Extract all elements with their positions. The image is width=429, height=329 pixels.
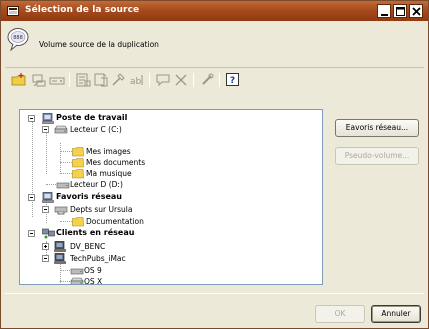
computer-icon (54, 253, 66, 264)
collapse-toggle[interactable] (28, 230, 35, 237)
network-computer-icon (42, 192, 54, 203)
tree-line (46, 132, 47, 174)
comment-icon (155, 72, 171, 88)
toolbar: ab ? (5, 69, 424, 93)
folder-icon (72, 216, 84, 227)
tree-item-label: Mes images (86, 147, 131, 156)
network-clients-icon (42, 228, 55, 239)
collapse-toggle[interactable] (28, 115, 35, 122)
minimize-button[interactable] (377, 4, 391, 18)
drive-icon (49, 72, 65, 88)
tree-line (60, 151, 72, 152)
tree-line (46, 184, 56, 185)
tree-line (60, 270, 70, 271)
tree-item-label: OS 9 (84, 266, 102, 275)
tree-item-label: Poste de travail (56, 113, 128, 122)
toolbar-separator (219, 73, 220, 87)
footer-divider (5, 293, 424, 294)
tree-item-label: Depts sur Ursula (70, 205, 133, 214)
tree-item-lecteur-c[interactable]: Lecteur C (C:) (40, 124, 220, 136)
delete-icon (173, 72, 189, 88)
pseudo-volume-button[interactable]: Pseudo-volume... (335, 147, 419, 165)
close-button[interactable] (409, 4, 423, 18)
explore-icon (111, 72, 127, 88)
hard-drive-icon (70, 276, 84, 284)
svg-text:888: 888 (13, 35, 23, 41)
window-icon (7, 6, 19, 16)
properties-icon (75, 72, 91, 88)
svg-text:ab: ab (130, 77, 142, 87)
tree-item-label: Mes documents (86, 158, 146, 167)
tree-item-label: DV_BENC (70, 242, 106, 251)
new-folder-icon[interactable] (11, 72, 27, 88)
title-bar[interactable]: Sélection de la source (1, 1, 428, 21)
tree-item-label: OS X (84, 277, 103, 285)
maximize-button[interactable] (393, 4, 407, 18)
hard-drive-icon (56, 179, 70, 190)
toolbar-divider (5, 67, 424, 68)
tree-item-clients-en-reseau[interactable]: Clients en réseau (26, 228, 226, 240)
tree-item-label: TechPubs_iMac (70, 254, 126, 263)
tree-line (60, 162, 72, 163)
speech-bubble-icon: 888 (7, 27, 29, 52)
tree-line (60, 281, 70, 282)
folder-icon (72, 146, 84, 157)
collapse-toggle[interactable] (42, 126, 49, 133)
help-icon[interactable]: ? (225, 72, 241, 88)
svg-text:?: ? (230, 76, 235, 86)
toolbar-separator (149, 73, 150, 87)
tree-item-lecteur-d[interactable]: Lecteur D (D:) (56, 179, 226, 191)
refresh-icon (199, 72, 215, 88)
rename-icon: ab (129, 72, 145, 88)
tree-item-label: Clients en réseau (56, 228, 135, 237)
tree-item-depts-sur-ursula[interactable]: Depts sur Ursula (40, 204, 220, 216)
folder-icon (72, 168, 84, 179)
dialog-window: Sélection de la source 888 Volume source… (0, 0, 429, 329)
tree-item-label: Ma musique (86, 169, 132, 178)
tree-item-label: Lecteur D (D:) (70, 180, 123, 189)
tree-item-favoris-reseau[interactable]: Favoris réseau (26, 192, 226, 204)
collapse-toggle[interactable] (28, 194, 35, 201)
folder-icon (72, 157, 84, 168)
hard-drive-icon (54, 124, 68, 135)
computer-icon (42, 113, 54, 124)
tree-line (60, 221, 72, 222)
window-title: Sélection de la source (25, 5, 140, 15)
tree-item-dv-benc[interactable]: DV_BENC (40, 241, 220, 253)
ok-button[interactable]: OK (315, 305, 365, 323)
computer-icon (54, 241, 66, 252)
tree-line (60, 173, 72, 174)
tree-item-label: Lecteur C (C:) (70, 125, 122, 134)
network-drive-icon (54, 204, 68, 215)
drive-icon (70, 265, 84, 276)
tree-item-techpubs-imac[interactable]: TechPubs_iMac (40, 253, 220, 265)
toolbar-separator (69, 73, 70, 87)
tree-item-os-x[interactable]: OS X (70, 276, 220, 285)
favoris-reseau-button[interactable]: Eavoris réseau... (335, 119, 419, 137)
collapse-toggle[interactable] (42, 255, 49, 262)
tree-item-label: Documentation (86, 217, 144, 226)
tree-line (60, 143, 61, 174)
toolbar-separator (193, 73, 194, 87)
source-tree[interactable]: Poste de travail Lecteur C (C:) Mes imag… (19, 109, 323, 285)
dialog-instruction: Volume source de la duplication (39, 40, 159, 49)
tree-item-label: Favoris réseau (56, 192, 122, 201)
share-icon (93, 72, 109, 88)
expand-toggle[interactable] (42, 243, 49, 250)
network-favorite-icon (31, 72, 47, 88)
tree-item-documentation[interactable]: Documentation (72, 216, 232, 228)
cancel-button[interactable]: Annuler (371, 305, 421, 323)
collapse-toggle[interactable] (42, 206, 49, 213)
